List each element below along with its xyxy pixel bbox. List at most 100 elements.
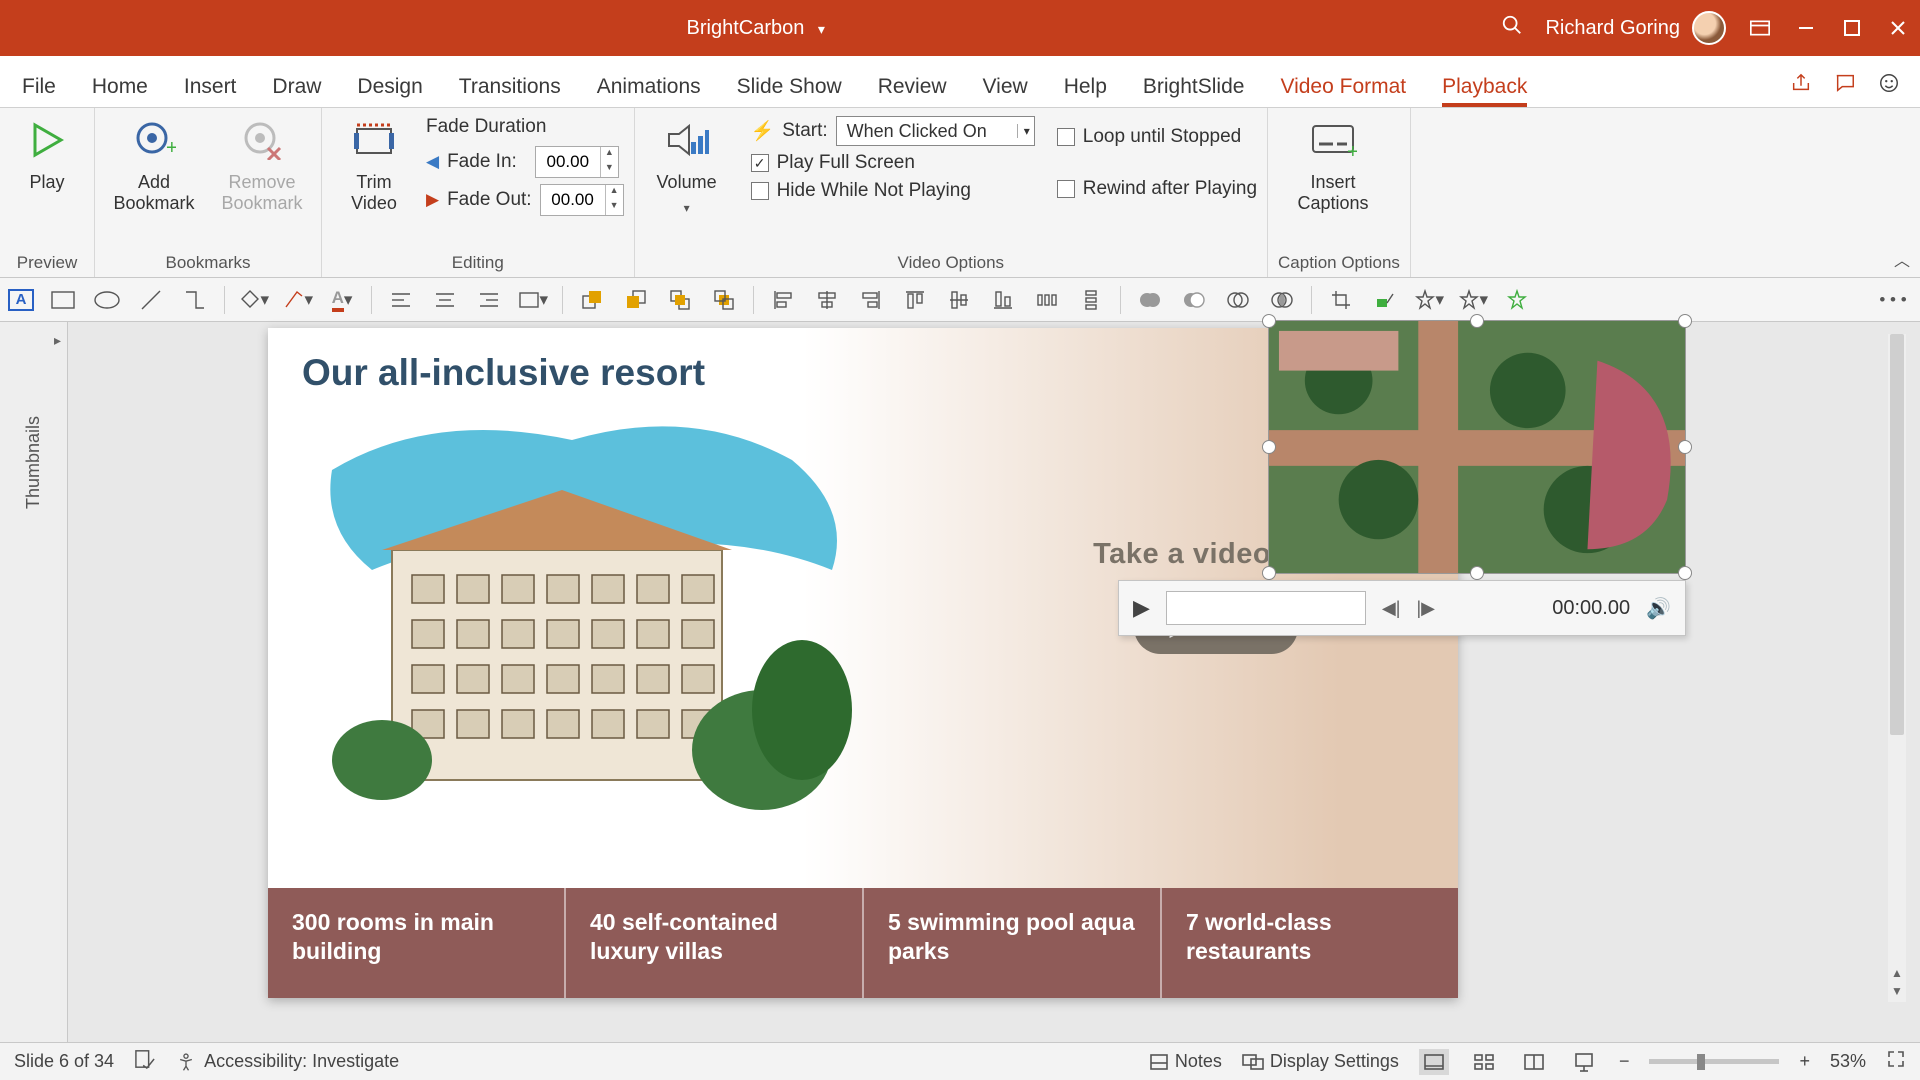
oval-shape-icon[interactable] — [92, 285, 122, 315]
shape-outline-icon[interactable]: ▾ — [283, 285, 313, 315]
resize-handle[interactable] — [1470, 566, 1484, 580]
expand-thumbnails-icon[interactable]: ▸ — [54, 332, 61, 349]
comments-icon[interactable] — [1834, 72, 1856, 99]
tab-draw[interactable]: Draw — [272, 75, 321, 107]
scroll-down-icon[interactable]: ▼ — [1888, 984, 1906, 1002]
display-settings-button[interactable]: Display Settings — [1242, 1051, 1399, 1072]
align-right-icon[interactable] — [474, 285, 504, 315]
fade-out-down[interactable]: ▼ — [606, 200, 623, 215]
start-chevron-icon[interactable]: ▾ — [1017, 124, 1030, 138]
tab-slide-show[interactable]: Slide Show — [737, 75, 842, 107]
zoom-percent[interactable]: 53% — [1830, 1051, 1866, 1072]
resize-handle[interactable] — [1470, 314, 1484, 328]
text-align-dropdown-icon[interactable]: ▾ — [518, 285, 548, 315]
align-left-icon[interactable] — [386, 285, 416, 315]
zoom-slider-thumb[interactable] — [1697, 1054, 1705, 1070]
fade-out-input[interactable] — [541, 185, 605, 215]
tab-review[interactable]: Review — [878, 75, 947, 107]
resize-handle[interactable] — [1262, 314, 1276, 328]
tab-design[interactable]: Design — [357, 75, 422, 107]
smiley-feedback-icon[interactable] — [1878, 72, 1900, 99]
fade-out-up[interactable]: ▲ — [606, 185, 623, 200]
zoom-slider[interactable] — [1649, 1059, 1779, 1064]
merge-fragment-icon[interactable] — [1223, 285, 1253, 315]
resort-illustration[interactable] — [312, 400, 872, 830]
scroll-up-icon[interactable]: ▲ — [1888, 966, 1906, 984]
title-dropdown-icon[interactable]: ▾ — [818, 21, 825, 37]
fade-in-up[interactable]: ▲ — [601, 147, 618, 162]
merge-union-icon[interactable] — [1135, 285, 1165, 315]
slideshow-view-icon[interactable] — [1569, 1049, 1599, 1075]
vertical-scrollbar[interactable]: ▲ ▼ — [1888, 334, 1906, 1002]
loop-until-stopped-checkbox[interactable]: Loop until Stopped — [1057, 126, 1257, 148]
insert-captions-button[interactable]: + Insert Captions — [1278, 116, 1388, 222]
fit-to-window-icon[interactable] — [1886, 1049, 1906, 1074]
animation-painter-icon[interactable] — [1370, 285, 1400, 315]
video-volume-icon[interactable]: 🔊 — [1646, 596, 1671, 621]
account-button[interactable]: Richard Goring — [1545, 11, 1726, 45]
zoom-out-button[interactable]: − — [1619, 1051, 1630, 1072]
animation-add-icon[interactable]: ▾ — [1414, 285, 1444, 315]
scrollbar-thumb[interactable] — [1890, 334, 1904, 735]
resize-handle[interactable] — [1262, 440, 1276, 454]
align-center-icon[interactable] — [430, 285, 460, 315]
distribute-horizontal-icon[interactable] — [1032, 285, 1062, 315]
reading-view-icon[interactable] — [1519, 1049, 1549, 1075]
tab-video-format[interactable]: Video Format — [1280, 75, 1406, 107]
align-objects-middle-icon[interactable] — [944, 285, 974, 315]
send-back-icon[interactable] — [709, 285, 739, 315]
tab-file[interactable]: File — [22, 75, 56, 107]
font-color-icon[interactable]: A▾ — [327, 285, 357, 315]
qat-overflow-icon[interactable]: • • • — [1878, 285, 1908, 315]
notes-button[interactable]: Notes — [1149, 1051, 1222, 1072]
spell-check-icon[interactable] — [134, 1049, 156, 1074]
animation-star-green-icon[interactable] — [1502, 285, 1532, 315]
tab-help[interactable]: Help — [1064, 75, 1107, 107]
tab-playback[interactable]: Playback — [1442, 75, 1527, 107]
video-step-forward-icon[interactable]: |▶ — [1416, 598, 1435, 619]
maximize-icon[interactable] — [1840, 16, 1864, 40]
rectangle-shape-icon[interactable] — [48, 285, 78, 315]
resize-handle[interactable] — [1678, 440, 1692, 454]
rewind-after-playing-checkbox[interactable]: Rewind after Playing — [1057, 178, 1257, 200]
slide-sorter-view-icon[interactable] — [1469, 1049, 1499, 1075]
close-icon[interactable] — [1886, 16, 1910, 40]
send-backward-icon[interactable] — [621, 285, 651, 315]
fade-in-spinner[interactable]: ▲▼ — [535, 146, 619, 178]
play-full-screen-checkbox[interactable]: Play Full Screen — [751, 152, 1035, 174]
video-play-icon[interactable]: ▶ — [1133, 595, 1150, 621]
bring-forward-icon[interactable] — [577, 285, 607, 315]
zoom-in-button[interactable]: + — [1799, 1051, 1810, 1072]
tab-transitions[interactable]: Transitions — [459, 75, 561, 107]
normal-view-icon[interactable] — [1419, 1049, 1449, 1075]
start-dropdown[interactable]: When Clicked On ▾ — [836, 116, 1035, 146]
resize-handle[interactable] — [1678, 314, 1692, 328]
slide-canvas-area[interactable]: Our all-inclusive resort — [68, 322, 1906, 1042]
align-objects-bottom-icon[interactable] — [988, 285, 1018, 315]
slide-indicator[interactable]: Slide 6 of 34 — [14, 1051, 114, 1072]
play-button[interactable]: Play — [10, 116, 84, 193]
tab-view[interactable]: View — [983, 75, 1028, 107]
fade-in-input[interactable] — [536, 147, 600, 177]
align-objects-top-icon[interactable] — [900, 285, 930, 315]
add-bookmark-button[interactable]: + Add Bookmark — [105, 116, 203, 214]
share-icon[interactable] — [1790, 72, 1812, 99]
shape-fill-icon[interactable]: ▾ — [239, 285, 269, 315]
video-seek-track[interactable] — [1166, 591, 1366, 625]
resize-handle[interactable] — [1262, 566, 1276, 580]
crop-icon[interactable] — [1326, 285, 1356, 315]
accessibility-button[interactable]: Accessibility: Investigate — [176, 1051, 399, 1072]
tab-insert[interactable]: Insert — [184, 75, 237, 107]
ribbon-display-options-icon[interactable] — [1748, 16, 1772, 40]
slide-title[interactable]: Our all-inclusive resort — [302, 352, 705, 394]
merge-intersect-icon[interactable] — [1267, 285, 1297, 315]
fade-out-spinner[interactable]: ▲▼ — [540, 184, 624, 216]
align-objects-right-icon[interactable] — [856, 285, 886, 315]
chevron-down-icon[interactable]: ▾ — [684, 201, 690, 215]
edit-text-icon[interactable]: A — [8, 289, 34, 311]
distribute-vertical-icon[interactable] — [1076, 285, 1106, 315]
line-shape-icon[interactable] — [136, 285, 166, 315]
tab-brightslide[interactable]: BrightSlide — [1143, 75, 1245, 107]
align-objects-center-icon[interactable] — [812, 285, 842, 315]
bring-front-icon[interactable] — [665, 285, 695, 315]
